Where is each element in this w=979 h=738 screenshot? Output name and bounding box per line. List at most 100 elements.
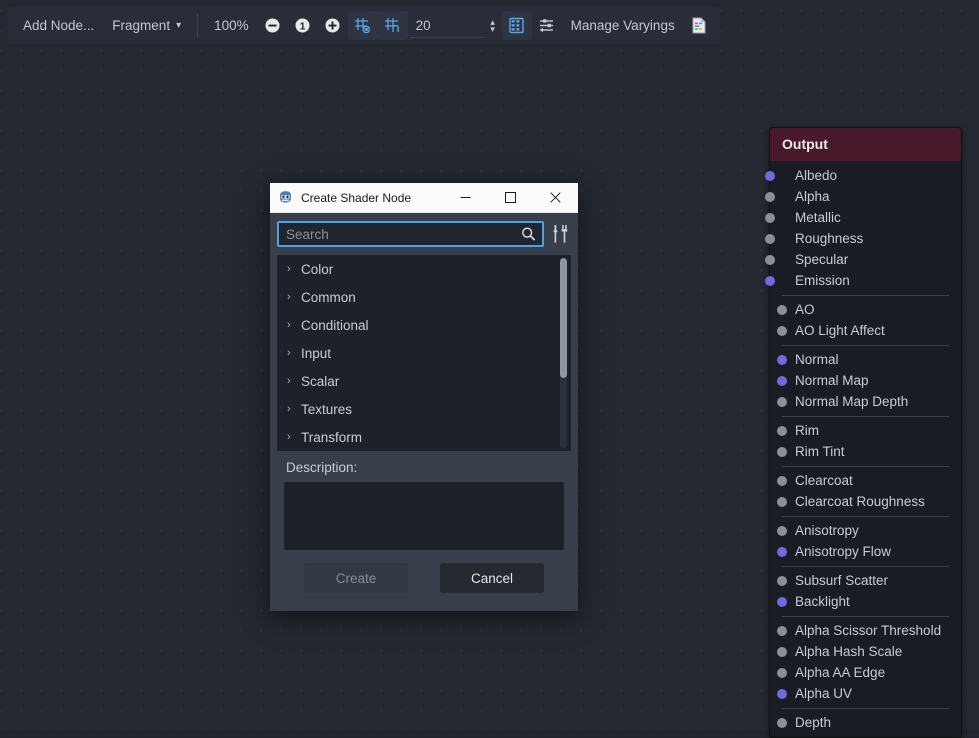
port-connector-dot[interactable] [777,689,787,699]
tree-item[interactable]: ›Scalar [277,367,571,395]
chevron-right-icon[interactable]: › [287,263,301,275]
dialog-titlebar[interactable]: Create Shader Node [270,183,578,213]
output-port-row[interactable]: AO [770,299,961,320]
output-port-row[interactable]: Alpha Hash Scale [770,641,961,662]
port-label: Alpha Scissor Threshold [795,623,941,638]
tree-item[interactable]: ›Common [277,283,571,311]
chevron-right-icon[interactable]: › [287,319,301,331]
tree-item[interactable]: ›Conditional [277,311,571,339]
snap-distance-value[interactable]: 20 [410,14,484,38]
port-connector-dot[interactable] [777,647,787,657]
grid-pattern-toggle[interactable] [378,11,408,40]
chevron-right-icon[interactable]: › [287,375,301,387]
port-connector-dot[interactable] [777,355,787,365]
auto-arrange-button[interactable] [532,11,562,40]
cancel-button[interactable]: Cancel [440,563,544,593]
magnifier-icon[interactable] [521,227,536,242]
tree-item[interactable]: ›Transform [277,423,571,451]
tree-scrollbar[interactable] [560,258,567,448]
output-port-row[interactable]: Subsurf Scatter [770,570,961,591]
shader-mode-dropdown[interactable]: Fragment ▾ [103,11,190,40]
output-port-row[interactable]: Alpha Scissor Threshold [770,620,961,641]
port-label: Albedo [795,168,837,183]
output-port-row[interactable]: Rim Tint [770,441,961,462]
auto-arrange-icon [537,16,557,35]
chevron-right-icon[interactable]: › [287,403,301,415]
port-connector-dot[interactable] [765,171,775,181]
snap-distance-stepper[interactable]: 20 ▴ ▾ [410,11,502,40]
maximize-button[interactable] [488,183,533,212]
port-connector-dot[interactable] [777,718,787,728]
chevron-right-icon[interactable]: › [287,347,301,359]
port-connector-dot[interactable] [777,397,787,407]
shader-file-icon [690,16,708,35]
output-node-title[interactable]: Output [770,128,961,161]
close-button[interactable] [533,183,578,212]
show-grid-toggle[interactable] [502,11,532,40]
snap-to-grid-toggle[interactable] [348,11,378,40]
plus-circle-icon [324,17,341,34]
port-connector-dot[interactable] [777,526,787,536]
create-button[interactable]: Create [304,563,408,593]
port-connector-dot[interactable] [777,597,787,607]
output-port-row[interactable]: Normal Map Depth [770,391,961,412]
output-port-row[interactable]: Alpha [770,186,961,207]
port-connector-dot[interactable] [765,276,775,286]
port-connector-dot[interactable] [777,447,787,457]
output-port-row[interactable]: Alpha AA Edge [770,662,961,683]
port-connector-dot[interactable] [777,326,787,336]
tree-item[interactable]: ›Textures [277,395,571,423]
output-port-row[interactable]: Clearcoat [770,470,961,491]
output-port-row[interactable]: Anisotropy [770,520,961,541]
output-port-row[interactable]: Metallic [770,207,961,228]
output-port-row[interactable]: Specular [770,249,961,270]
zoom-out-button[interactable] [258,11,288,40]
zoom-reset-button[interactable]: 1 [288,11,318,40]
port-connector-dot[interactable] [765,234,775,244]
port-label: Clearcoat [795,473,853,488]
output-shader-node[interactable]: Output Albedo AlphaMetallicRoughnessSpecu… [769,127,962,738]
search-box[interactable] [277,221,544,247]
port-connector-dot[interactable] [777,547,787,557]
search-input[interactable] [279,223,542,245]
tree-item[interactable]: ›Color [277,255,571,283]
port-label: Alpha AA Edge [795,665,885,680]
output-port-row[interactable]: AO Light Affect [770,320,961,341]
tools-settings-icon[interactable] [551,223,571,245]
dialog-body: ›Color›Common›Conditional›Input›Scalar›T… [270,213,578,611]
snap-distance-spinner[interactable]: ▴ ▾ [484,14,502,38]
output-port-row[interactable]: Normal [770,349,961,370]
port-connector-dot[interactable] [777,426,787,436]
port-connector-dot[interactable] [777,476,787,486]
port-connector-dot[interactable] [765,255,775,265]
port-connector-dot[interactable] [765,192,775,202]
shader-file-button[interactable] [684,11,714,40]
output-port-row[interactable]: Clearcoat Roughness [770,491,961,512]
chevron-right-icon[interactable]: › [287,431,301,443]
port-connector-dot[interactable] [765,213,775,223]
output-port-row[interactable]: Rim [770,420,961,441]
output-port-row[interactable]: Albedo [770,165,961,186]
add-node-button[interactable]: Add Node... [14,11,103,40]
minimize-button[interactable] [443,183,488,212]
port-connector-dot[interactable] [777,305,787,315]
port-connector-dot[interactable] [777,376,787,386]
port-connector-dot[interactable] [777,668,787,678]
output-port-row[interactable]: Roughness [770,228,961,249]
node-category-tree[interactable]: ›Color›Common›Conditional›Input›Scalar›T… [277,255,571,451]
port-label: Normal Map [795,373,869,388]
output-port-row[interactable]: Backlight [770,591,961,612]
port-connector-dot[interactable] [777,576,787,586]
output-port-row[interactable]: Anisotropy Flow [770,541,961,562]
port-connector-dot[interactable] [777,626,787,636]
output-port-row[interactable]: Alpha UV [770,683,961,704]
spinner-down-icon[interactable]: ▾ [490,26,495,33]
chevron-right-icon[interactable]: › [287,291,301,303]
output-port-row[interactable]: Normal Map [770,370,961,391]
tree-item[interactable]: ›Input [277,339,571,367]
output-port-row[interactable]: Emission [770,270,961,291]
tree-scrollbar-thumb[interactable] [560,258,567,378]
manage-varyings-button[interactable]: Manage Varyings [562,11,684,40]
port-connector-dot[interactable] [777,497,787,507]
zoom-in-button[interactable] [318,11,348,40]
